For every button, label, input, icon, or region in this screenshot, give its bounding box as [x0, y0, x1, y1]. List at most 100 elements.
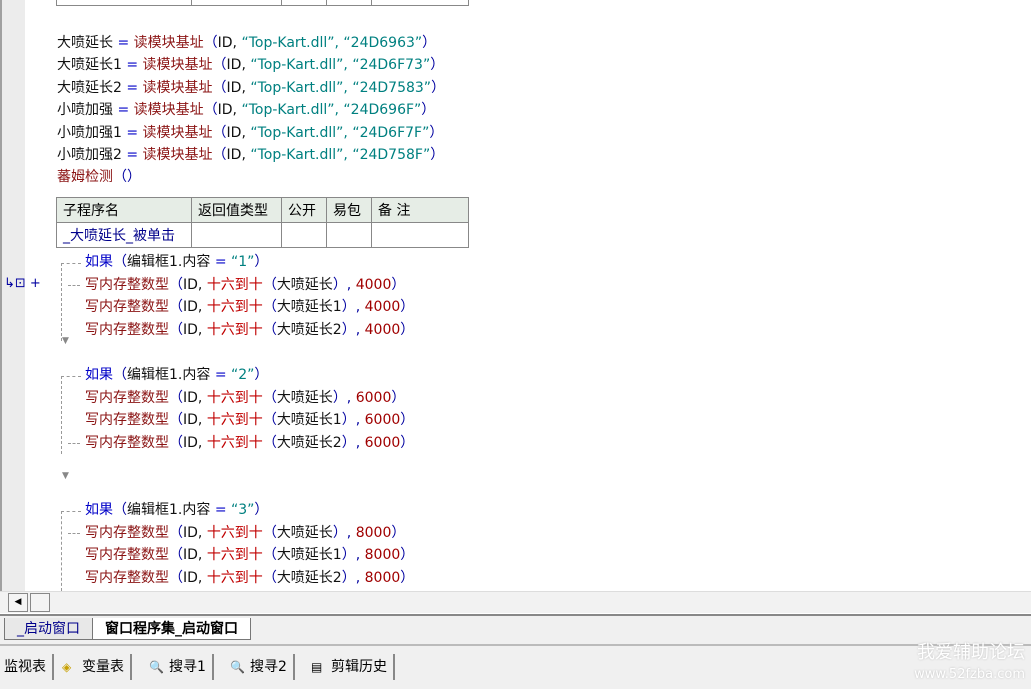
token-fn: 写内存整数型 — [85, 524, 169, 541]
token-fn: 写内存整数型 — [85, 412, 169, 428]
token-paren: （ — [262, 412, 277, 428]
token-kw: 如果 — [85, 502, 113, 518]
tab-window-assembly[interactable]: 窗口程序集_启动窗口 — [92, 618, 251, 640]
assignment-line[interactable]: 小喷加强 = 读模块基址（ID, “Top-Kart.dll”, “24D696… — [57, 99, 435, 121]
assignment-line[interactable]: 大喷延长2 = 读模块基址（ID, “Top-Kart.dll”, “24D75… — [57, 77, 445, 99]
token-kw: = — [117, 102, 134, 119]
tool-clip-history[interactable]: ▤ 剪辑历史 — [307, 654, 395, 680]
if-statement-line[interactable]: 如果（编辑框1.内容 = “2”） — [85, 364, 268, 386]
token-hex: 十六到十 — [206, 434, 263, 451]
token-str: “24D6963” — [343, 35, 423, 51]
flow-connector — [61, 376, 81, 377]
code-line[interactable]: 写内存整数型（ID, 十六到十（大喷延长1）, 4000） — [85, 296, 414, 318]
code-line[interactable]: 写内存整数型（ID, 十六到十（大喷延长1）, 8000） — [85, 544, 414, 566]
if-statement-line[interactable]: 如果（编辑框1.内容 = “3”） — [85, 499, 268, 521]
flow-connector — [61, 511, 81, 512]
token-num: 6000 — [364, 434, 401, 451]
token-text: 大喷延长 — [276, 389, 333, 406]
token-paren: （ — [169, 276, 183, 293]
tool-label: 变量表 — [82, 659, 124, 675]
tab-start-window[interactable]: _启动窗口 — [4, 618, 93, 640]
subroutine-return-type[interactable] — [191, 222, 282, 248]
token-paren: （ — [169, 434, 183, 451]
token-paren: ） — [391, 389, 406, 406]
subroutine-epackage[interactable] — [326, 222, 372, 248]
token-paren: ） — [400, 321, 415, 338]
token-paren: （ — [169, 412, 183, 428]
code-line[interactable]: 写内存整数型（ID, 十六到十（大喷延长2）, 4000） — [85, 319, 414, 341]
if-statement-line[interactable]: 如果（编辑框1.内容 = “1”） — [85, 251, 268, 273]
token-paren: （ — [169, 569, 183, 586]
token-text: ID, — [226, 124, 251, 141]
assignment-line[interactable]: 大喷延长1 = 读模块基址（ID, “Top-Kart.dll”, “24D6F… — [57, 54, 444, 76]
subroutine-remark[interactable] — [371, 222, 469, 248]
assignment-line[interactable]: 大喷延长 = 读模块基址（ID, “Top-Kart.dll”, “24D696… — [57, 32, 436, 54]
token-fn: 写内存整数型 — [85, 434, 169, 451]
token-paren: ） — [400, 412, 415, 428]
breakpoint-marker-icon[interactable]: ↳⊡ + — [4, 276, 41, 291]
token-paren: ） — [400, 569, 415, 586]
token-paren: ） — [430, 147, 445, 163]
token-paren: ）, — [341, 412, 365, 428]
token-paren: （ — [212, 124, 227, 141]
tool-watch-table[interactable]: 监视表 — [0, 654, 54, 680]
token-str: “24D758F” — [352, 147, 431, 163]
token-text: 大喷延长 — [57, 35, 118, 51]
token-text: 大喷延长2 — [276, 434, 342, 451]
search-icon: 🔍 — [149, 660, 164, 674]
assignment-line[interactable]: 蕃姆检测（） — [57, 166, 141, 188]
token-num: 8000 — [364, 547, 401, 563]
token-paren: ）, — [341, 434, 365, 451]
assignment-line[interactable]: 小喷加强1 = 读模块基址（ID, “Top-Kart.dll”, “24D6F… — [57, 122, 443, 144]
tool-search-2[interactable]: 🔍 搜寻2 — [226, 654, 295, 680]
clipboard-icon: ▤ — [311, 660, 323, 674]
subroutine-name[interactable]: _大喷延长_被单击 — [56, 222, 192, 248]
watermark-url: www.52fzba.com — [914, 667, 1025, 682]
token-hex: 十六到十 — [206, 412, 263, 428]
code-line[interactable]: 写内存整数型（ID, 十六到十（大喷延长1）, 6000） — [85, 409, 414, 431]
code-line[interactable]: 写内存整数型（ID, 十六到十（大喷延长）, 4000） — [85, 274, 405, 296]
code-editor[interactable]: ↳⊡ + 大喷延长 = 读模块基址（ID, “Top-Kart.dll”, “2… — [0, 0, 1031, 591]
token-text: ID, — [226, 57, 251, 74]
scroll-left-button[interactable]: ◀ — [8, 593, 28, 612]
token-fn: 写内存整数型 — [85, 389, 169, 406]
token-paren: （） — [113, 169, 141, 186]
assignment-line[interactable]: 小喷加强2 = 读模块基址（ID, “Top-Kart.dll”, “24D75… — [57, 144, 444, 166]
header-public: 公开 — [281, 197, 327, 223]
tool-variable-table[interactable]: ◈ 变量表 — [58, 654, 132, 680]
code-line[interactable]: 写内存整数型（ID, 十六到十（大喷延长）, 8000） — [85, 522, 405, 544]
token-text: 大喷延长 — [276, 276, 333, 293]
horizontal-scrollbar[interactable]: ◀ — [0, 591, 1031, 613]
token-text: ID, — [217, 35, 242, 51]
code-line[interactable]: 写内存整数型（ID, 十六到十（大喷延长）, 6000） — [85, 387, 405, 409]
token-paren: （ — [262, 547, 277, 563]
subroutine-table: 子程序名 返回值类型 公开 易包 备 注 _大喷延长_被单击 — [56, 197, 469, 248]
token-fn: 写内存整数型 — [85, 276, 169, 293]
token-kw: = — [214, 367, 231, 383]
token-text: 大喷延长1 — [276, 299, 342, 315]
subroutine-public[interactable] — [281, 222, 327, 248]
token-str: “3” — [231, 502, 255, 518]
tool-search-1[interactable]: 🔍 搜寻1 — [145, 654, 214, 680]
token-str: “Top-Kart.dll”, — [241, 102, 344, 119]
token-str: “Top-Kart.dll”, — [250, 57, 353, 74]
token-paren: ） — [430, 57, 445, 74]
header-epackage: 易包 — [326, 197, 372, 223]
bottom-panel-tabs: 监视表 ◈ 变量表 🔍 搜寻1 🔍 搜寻2 ▤ 剪辑历史 — [0, 644, 1031, 689]
token-fn: 读模块基址 — [142, 124, 213, 141]
token-num: 4000 — [364, 321, 401, 338]
code-line[interactable]: 写内存整数型（ID, 十六到十（大喷延长2）, 8000） — [85, 567, 414, 589]
token-text: 编辑框1.内容 — [127, 254, 215, 270]
token-fn: 写内存整数型 — [85, 321, 169, 338]
scroll-thumb[interactable] — [30, 593, 50, 612]
token-paren: （ — [169, 321, 183, 338]
previous-sub-table — [56, 0, 469, 6]
code-line[interactable]: 写内存整数型（ID, 十六到十（大喷延长2）, 6000） — [85, 432, 414, 454]
token-text: ID, — [183, 389, 207, 406]
token-text: 大喷延长2 — [57, 79, 127, 96]
token-paren: （ — [169, 389, 183, 406]
token-paren: ）, — [341, 299, 365, 315]
token-text: ID, — [183, 412, 207, 428]
token-paren: ） — [391, 524, 406, 541]
token-str: “Top-Kart.dll”, — [250, 79, 353, 96]
